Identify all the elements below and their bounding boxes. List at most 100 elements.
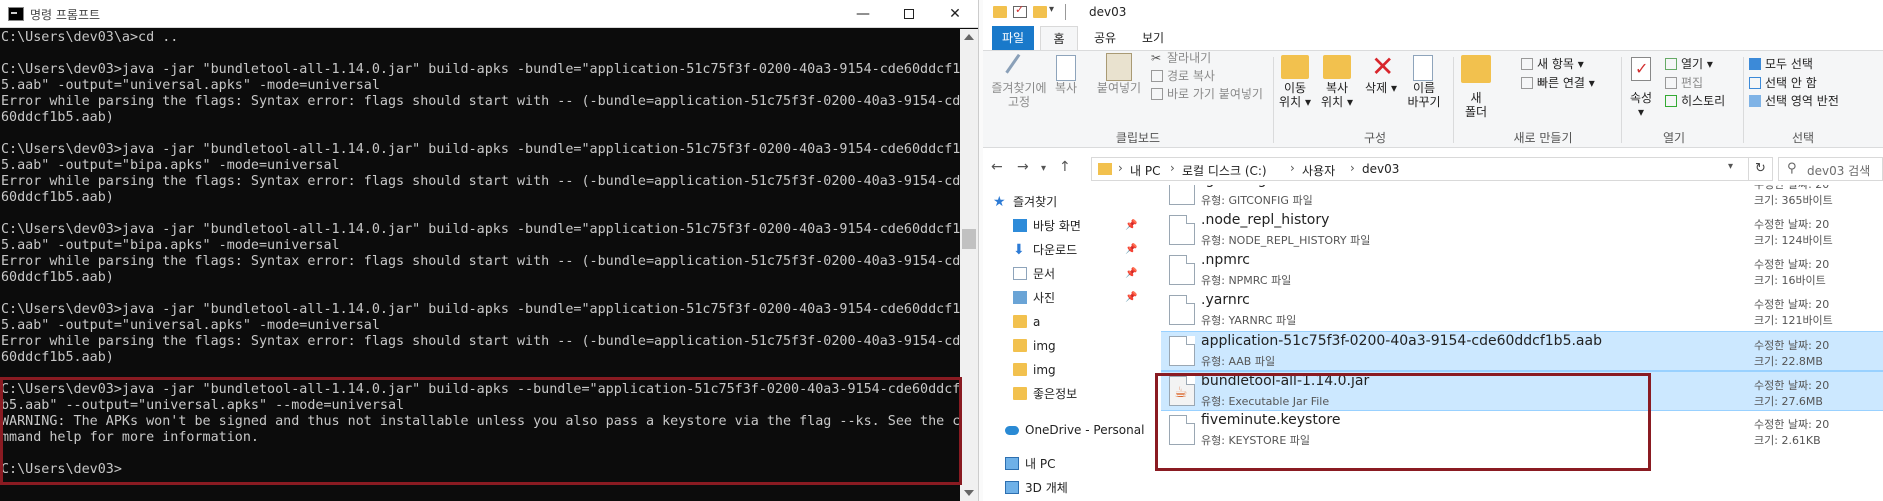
cut-button[interactable]: 잘라내기 bbox=[1167, 51, 1211, 65]
new-folder-label-2: 폴더 bbox=[1464, 105, 1488, 119]
file-name: .gitconfig bbox=[1201, 185, 1267, 188]
file-name: .node_repl_history bbox=[1201, 212, 1330, 228]
address-dropdown-icon[interactable]: ▾ bbox=[1728, 161, 1733, 172]
new-folder-quick-icon[interactable] bbox=[1033, 6, 1047, 18]
paste-button[interactable]: 붙여넣기 bbox=[1091, 81, 1147, 95]
nav-item-label: img bbox=[1033, 339, 1056, 353]
easy-access-icon bbox=[1521, 77, 1533, 89]
nav-item-label: 문서 bbox=[1033, 267, 1056, 281]
copy-button[interactable]: 복사 bbox=[1049, 81, 1083, 95]
file-modified: 수정한 날짜: 20 bbox=[1754, 185, 1829, 192]
cmd-window-title: 명령 프롬프트 bbox=[30, 8, 101, 22]
file-row[interactable]: .yarnrc 유형: YARNRC 파일 수정한 날짜: 20 크기: 121바이트 bbox=[1161, 291, 1883, 331]
up-arrow-icon[interactable]: ↑ bbox=[1059, 159, 1071, 175]
move-to-label-2: 위치 ▾ bbox=[1279, 95, 1311, 109]
invert-selection-button[interactable]: 선택 영역 반전 bbox=[1765, 94, 1839, 108]
nav-item[interactable]: ⬇ 다운로드 📌 bbox=[983, 238, 1143, 262]
tab-home[interactable]: 홈 bbox=[1040, 26, 1078, 50]
breadcrumb-item[interactable]: dev03 bbox=[1362, 162, 1399, 176]
delete-button[interactable]: 삭제 ▾ bbox=[1361, 81, 1401, 95]
folder-icon bbox=[993, 6, 1007, 18]
chevron-down-icon[interactable]: ▾ bbox=[1049, 4, 1054, 15]
rename-button[interactable]: 이름 바꾸기 bbox=[1403, 81, 1445, 109]
console-line: 5.aab" -output="bipa.apks" -mode=univers… bbox=[1, 158, 340, 173]
scroll-down-icon[interactable] bbox=[964, 490, 974, 496]
address-bar[interactable]: › 내 PC › 로컬 디스크 (C:) › 사용자 › dev03 bbox=[1091, 157, 1749, 181]
nav-item[interactable]: img bbox=[983, 334, 1143, 358]
new-group-label: 새로 만들기 bbox=[1513, 131, 1573, 145]
refresh-icon[interactable]: ↻ bbox=[1749, 157, 1773, 181]
tab-share[interactable]: 공유 bbox=[1084, 26, 1126, 50]
properties-quick-icon[interactable] bbox=[1013, 3, 1027, 18]
explorer-title-bar[interactable]: ▾ dev03 bbox=[983, 0, 1883, 26]
console-line: C:\Users\dev03>java -jar "bundletool-all… bbox=[1, 222, 960, 237]
console-scrollbar[interactable] bbox=[960, 29, 978, 501]
file-size: 크기: 27.6MB bbox=[1754, 395, 1823, 408]
cmd-title-bar[interactable]: 명령 프롬프트 — ✕ bbox=[0, 0, 978, 28]
select-all-button[interactable]: 모두 선택 bbox=[1765, 57, 1813, 71]
back-arrow-icon[interactable]: ← bbox=[991, 159, 1003, 175]
console-line: Error while parsing the flags: Syntax er… bbox=[1, 334, 960, 349]
history-button[interactable]: 히스토리 bbox=[1681, 94, 1725, 108]
copy-path-button[interactable]: 경로 복사 bbox=[1167, 69, 1215, 83]
nav-item[interactable]: 좋은정보 bbox=[983, 382, 1143, 406]
new-folder-label-1: 새 bbox=[1470, 91, 1482, 105]
console-line: 60ddcf1b5.aab) bbox=[1, 270, 114, 285]
select-none-button[interactable]: 선택 안 함 bbox=[1765, 76, 1817, 90]
pin-icon: 📌 bbox=[1125, 220, 1138, 231]
console-line: 60ddcf1b5.aab) bbox=[1, 110, 114, 125]
select-all-icon bbox=[1749, 58, 1761, 70]
new-folder-button[interactable]: 새 폴더 bbox=[1459, 91, 1493, 119]
console-line: Error while parsing the flags: Syntax er… bbox=[1, 254, 960, 269]
file-row[interactable]: .gitconfig 유형: GITCONFIG 파일 수정한 날짜: 20 크기: … bbox=[1161, 185, 1883, 211]
tab-view[interactable]: 보기 bbox=[1132, 26, 1174, 50]
recent-locations-icon[interactable]: ▾ bbox=[1041, 163, 1046, 174]
forward-arrow-icon[interactable]: → bbox=[1017, 159, 1029, 175]
maximize-button[interactable] bbox=[886, 0, 932, 28]
folder-icon bbox=[1013, 387, 1027, 400]
breadcrumb-item[interactable]: 로컬 디스크 (C:) bbox=[1182, 162, 1267, 179]
nav-item[interactable]: a bbox=[983, 310, 1143, 334]
close-button[interactable]: ✕ bbox=[932, 0, 978, 28]
easy-access-button[interactable]: 빠른 연결 ▾ bbox=[1537, 76, 1595, 90]
paste-shortcut-button[interactable]: 바로 가기 붙여넣기 bbox=[1167, 87, 1263, 101]
scroll-up-icon[interactable] bbox=[964, 34, 974, 40]
breadcrumb-chevron-icon[interactable]: › bbox=[1170, 161, 1175, 175]
properties-button[interactable]: 속성 ▾ bbox=[1623, 91, 1659, 119]
breadcrumb-chevron-icon[interactable]: › bbox=[1350, 161, 1355, 175]
search-input[interactable]: ⚲ dev03 검색 bbox=[1778, 157, 1883, 181]
file-row[interactable]: .npmrc 유형: NPMRC 파일 수정한 날짜: 20 크기: 16바이트 bbox=[1161, 251, 1883, 291]
pin-quick-access-button[interactable]: 즐겨찾기에 고정 bbox=[991, 81, 1047, 109]
move-to-button[interactable]: 이동 위치 ▾ bbox=[1273, 81, 1317, 109]
tab-file[interactable]: 파일 bbox=[992, 26, 1034, 50]
file-row[interactable]: .node_repl_history 유형: NODE_REPL_HISTORY … bbox=[1161, 211, 1883, 251]
copy-to-label-2: 위치 ▾ bbox=[1321, 95, 1353, 109]
nav-item[interactable]: 3D 개체 bbox=[983, 476, 1143, 500]
edit-button[interactable]: 편집 bbox=[1681, 76, 1703, 90]
breadcrumb-chevron-icon[interactable]: › bbox=[1290, 161, 1295, 175]
nav-item-label: a bbox=[1033, 315, 1041, 329]
nav-item[interactable]: img bbox=[983, 358, 1143, 382]
nav-item[interactable]: 사진 📌 bbox=[983, 286, 1143, 310]
file-modified: 수정한 날짜: 20 bbox=[1754, 218, 1830, 231]
file-size: 크기: 2.61KB bbox=[1754, 434, 1821, 447]
nav-item[interactable]: OneDrive - Personal bbox=[983, 418, 1144, 442]
clipboard-group-label: 클립보드 bbox=[1115, 131, 1161, 145]
breadcrumb-item[interactable]: 사용자 bbox=[1302, 162, 1335, 179]
nav-item[interactable]: ★ 즐겨찾기 bbox=[983, 190, 1143, 214]
history-icon bbox=[1665, 95, 1677, 107]
paste-icon bbox=[1106, 53, 1132, 81]
copy-to-button[interactable]: 복사 위치 ▾ bbox=[1315, 81, 1359, 109]
breadcrumb-chevron-icon[interactable]: › bbox=[1118, 161, 1123, 175]
minimize-button[interactable]: — bbox=[840, 0, 886, 28]
new-item-button[interactable]: 새 항목 ▾ bbox=[1537, 57, 1584, 71]
easy-access-label: 빠른 연결 bbox=[1537, 76, 1585, 90]
nav-item[interactable]: 바탕 화면 📌 bbox=[983, 214, 1143, 238]
nav-item[interactable]: 내 PC bbox=[983, 452, 1143, 476]
file-row[interactable]: application-51c75f3f-0200-40a3-9154-cde6… bbox=[1161, 331, 1883, 371]
explorer-window-title: dev03 bbox=[1089, 5, 1127, 19]
open-button[interactable]: 열기 ▾ bbox=[1681, 57, 1713, 71]
scroll-thumb[interactable] bbox=[962, 229, 976, 249]
nav-item[interactable]: 문서 📌 bbox=[983, 262, 1143, 286]
breadcrumb-item[interactable]: 내 PC bbox=[1130, 162, 1160, 179]
